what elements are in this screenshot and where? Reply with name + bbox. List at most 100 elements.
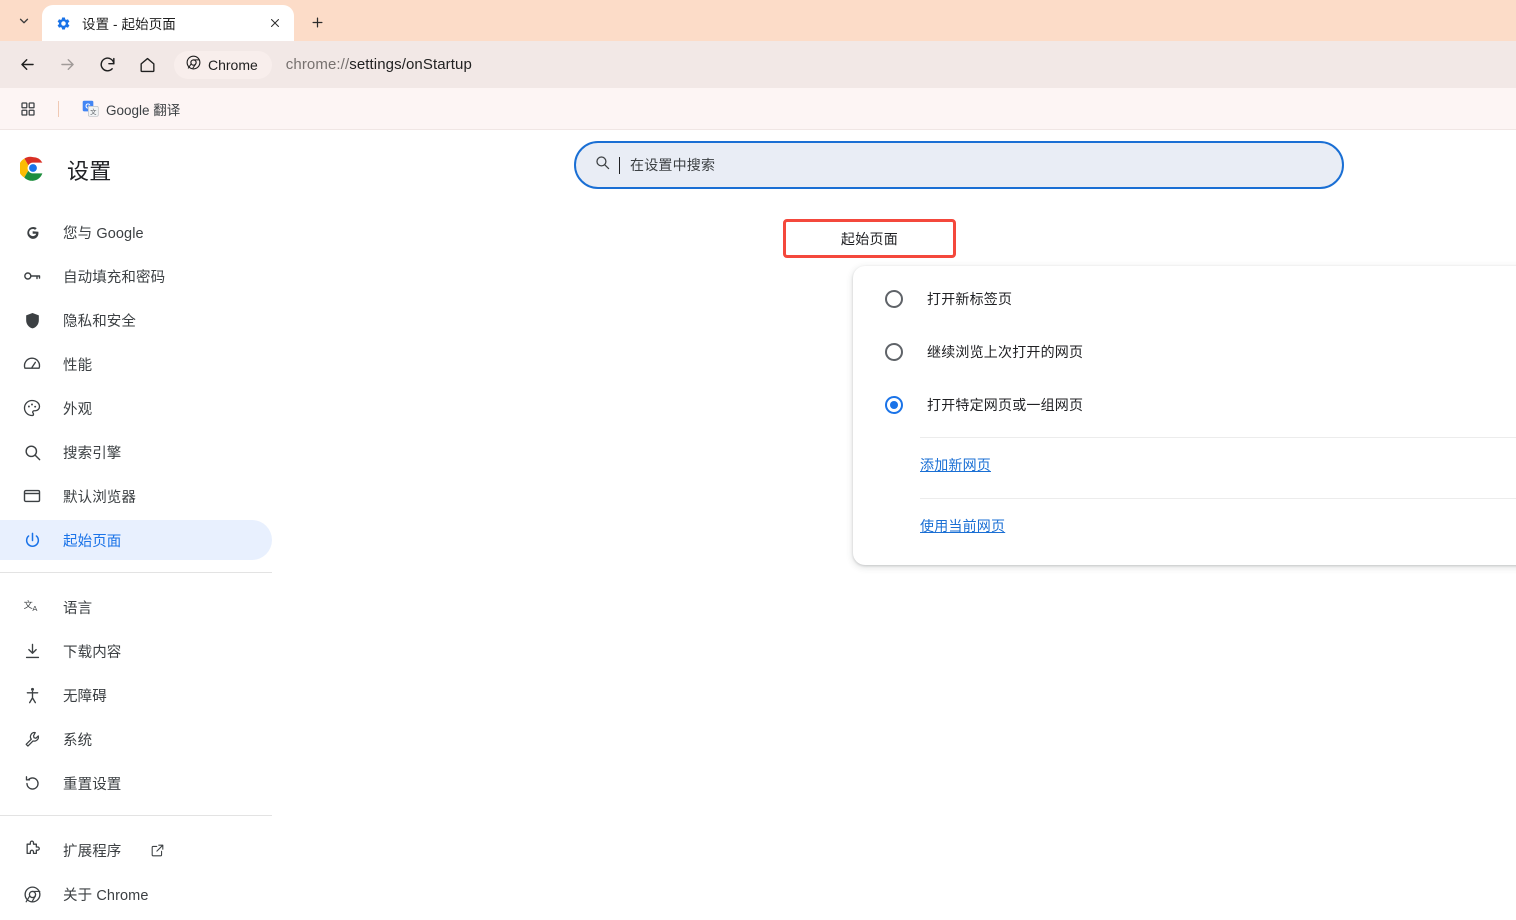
address-bar[interactable]: Chrome chrome://settings/onStartup bbox=[174, 49, 1506, 81]
sidebar-item-label: 下载内容 bbox=[63, 644, 122, 661]
chrome-logo-icon bbox=[18, 155, 46, 186]
reload-button[interactable] bbox=[90, 48, 124, 82]
sidebar-item-performance[interactable]: 性能 bbox=[0, 344, 272, 384]
radio-button[interactable] bbox=[885, 342, 903, 361]
startup-options-card: 打开新标签页 继续浏览上次打开的网页 打开特定网页或一组网页 添加新网页 使用当… bbox=[853, 266, 1516, 565]
sidebar-item-about-chrome[interactable]: 关于 Chrome bbox=[0, 874, 272, 914]
sidebar-item-autofill-passwords[interactable]: 自动填充和密码 bbox=[0, 256, 272, 296]
sidebar-item-label: 扩展程序 bbox=[63, 843, 122, 860]
open-in-new-icon[interactable] bbox=[150, 843, 165, 858]
sidebar-nav-group-3: 扩展程序 关于 Chrome bbox=[0, 830, 272, 914]
sidebar-item-label: 搜索引擎 bbox=[63, 445, 122, 462]
sidebar-item-label: 关于 Chrome bbox=[63, 887, 149, 904]
sidebar-item-label: 外观 bbox=[63, 401, 93, 418]
translate-icon: 文 A bbox=[22, 597, 42, 617]
chrome-chip-label: Chrome bbox=[208, 56, 258, 73]
text-caret bbox=[619, 156, 620, 174]
sidebar-item-label: 默认浏览器 bbox=[63, 489, 136, 506]
bookmark-item-google-translate[interactable]: G 文 Google 翻译 bbox=[75, 95, 187, 123]
sidebar-item-label: 无障碍 bbox=[63, 688, 107, 705]
sidebar-item-accessibility[interactable]: 无障碍 bbox=[0, 675, 272, 715]
section-title: 起始页面 bbox=[840, 230, 899, 247]
sidebar-item-languages[interactable]: 文 A 语言 bbox=[0, 587, 272, 627]
sidebar-item-privacy-security[interactable]: 隐私和安全 bbox=[0, 300, 272, 340]
chrome-mono-icon bbox=[22, 884, 42, 904]
sidebar-nav-group-1: 您与 Google 自动填充和密码 隐私和安全 性能 外观 搜索引擎 默认浏览器… bbox=[0, 212, 272, 560]
settings-sidebar: 设置 您与 Google 自动填充和密码 隐私和安全 性能 外观 搜索引擎 默认… bbox=[0, 130, 272, 920]
key-icon bbox=[22, 266, 42, 286]
search-input[interactable]: 在设置中搜索 bbox=[574, 141, 1344, 189]
use-current-pages-link[interactable]: 使用当前网页 bbox=[920, 516, 1005, 536]
add-new-page-link[interactable]: 添加新网页 bbox=[920, 455, 991, 475]
startup-option-specific-pages[interactable]: 打开特定网页或一组网页 bbox=[853, 378, 1516, 431]
address-bar-url: chrome://settings/onStartup bbox=[286, 56, 472, 73]
sidebar-item-default-browser[interactable]: 默认浏览器 bbox=[0, 476, 272, 516]
plus-icon bbox=[312, 17, 322, 27]
radio-button-selected[interactable] bbox=[885, 395, 903, 414]
sidebar-item-label: 性能 bbox=[63, 357, 93, 374]
wrench-icon bbox=[22, 729, 42, 749]
home-icon bbox=[139, 57, 155, 73]
svg-text:A: A bbox=[32, 604, 37, 613]
back-arrow-icon bbox=[20, 59, 34, 70]
tab-search-button[interactable] bbox=[6, 4, 42, 38]
sidebar-item-you-and-google[interactable]: 您与 Google bbox=[0, 212, 272, 252]
palette-icon bbox=[22, 398, 42, 418]
tab-title: 设置 - 起始页面 bbox=[82, 17, 176, 32]
search-placeholder: 在设置中搜索 bbox=[630, 157, 716, 173]
forward-button[interactable] bbox=[50, 48, 84, 82]
tab-strip: 设置 - 起始页面 bbox=[0, 0, 1516, 41]
radio-button[interactable] bbox=[885, 289, 903, 308]
annotation-highlight-box: 起始页面 bbox=[783, 219, 956, 258]
sidebar-item-appearance[interactable]: 外观 bbox=[0, 388, 272, 428]
browser-tab[interactable]: 设置 - 起始页面 bbox=[42, 5, 294, 41]
sidebar-divider-1 bbox=[0, 572, 272, 573]
apps-grid-icon[interactable] bbox=[14, 95, 42, 123]
puzzle-piece-icon bbox=[22, 840, 42, 860]
sidebar-item-label: 您与 Google bbox=[63, 225, 144, 242]
sidebar-item-label: 系统 bbox=[63, 732, 93, 749]
startup-option-label: 打开特定网页或一组网页 bbox=[927, 396, 1084, 413]
speedometer-icon bbox=[22, 354, 42, 374]
search-area: 在设置中搜索 bbox=[272, 141, 1516, 189]
bookmark-label: Google 翻译 bbox=[106, 102, 181, 118]
back-button[interactable] bbox=[10, 48, 44, 82]
startup-option-continue[interactable]: 继续浏览上次打开的网页 bbox=[853, 325, 1516, 378]
search-icon bbox=[22, 442, 42, 462]
gear-icon bbox=[55, 15, 72, 32]
sidebar-item-on-startup[interactable]: 起始页面 bbox=[0, 520, 272, 560]
home-button[interactable] bbox=[130, 48, 164, 82]
startup-option-new-tab[interactable]: 打开新标签页 bbox=[853, 272, 1516, 325]
search-icon bbox=[594, 154, 611, 176]
url-path: settings/onStartup bbox=[349, 56, 472, 73]
accessibility-icon bbox=[22, 685, 42, 705]
page-title: 设置 bbox=[67, 159, 112, 184]
power-icon bbox=[22, 530, 42, 550]
sidebar-item-reset-settings[interactable]: 重置设置 bbox=[0, 763, 272, 803]
startup-option-label: 继续浏览上次打开的网页 bbox=[927, 343, 1084, 360]
close-icon[interactable] bbox=[264, 12, 286, 34]
sidebar-divider-2 bbox=[0, 815, 272, 816]
new-tab-button[interactable] bbox=[302, 7, 332, 37]
bookmarks-bar: G 文 Google 翻译 bbox=[0, 88, 1516, 130]
sidebar-item-extensions[interactable]: 扩展程序 bbox=[0, 830, 272, 870]
sidebar-item-system[interactable]: 系统 bbox=[0, 719, 272, 759]
browser-window-icon bbox=[22, 486, 42, 506]
browser-toolbar: Chrome chrome://settings/onStartup bbox=[0, 41, 1516, 88]
add-new-page-row[interactable]: 添加新网页 bbox=[853, 438, 1516, 492]
chrome-origin-chip[interactable]: Chrome bbox=[174, 50, 272, 79]
google-translate-icon: G 文 bbox=[82, 100, 99, 117]
use-current-pages-row[interactable]: 使用当前网页 bbox=[853, 499, 1516, 553]
shield-icon bbox=[22, 310, 42, 330]
forward-arrow-icon bbox=[60, 59, 74, 70]
browser-window: 设置 - 起始页面 Chrome chrome://settings/onSta… bbox=[0, 0, 1516, 920]
settings-brand: 设置 bbox=[0, 142, 272, 198]
settings-page: 设置 您与 Google 自动填充和密码 隐私和安全 性能 外观 搜索引擎 默认… bbox=[0, 130, 1516, 920]
sidebar-item-search-engine[interactable]: 搜索引擎 bbox=[0, 432, 272, 472]
sidebar-item-label: 起始页面 bbox=[63, 533, 122, 550]
sidebar-item-label: 语言 bbox=[63, 600, 93, 617]
chevron-down-icon bbox=[19, 18, 29, 24]
sidebar-item-downloads[interactable]: 下载内容 bbox=[0, 631, 272, 671]
sidebar-item-label: 隐私和安全 bbox=[63, 313, 136, 330]
sidebar-nav-group-2: 文 A 语言 下载内容 无障碍 系统 重置设置 bbox=[0, 587, 272, 803]
